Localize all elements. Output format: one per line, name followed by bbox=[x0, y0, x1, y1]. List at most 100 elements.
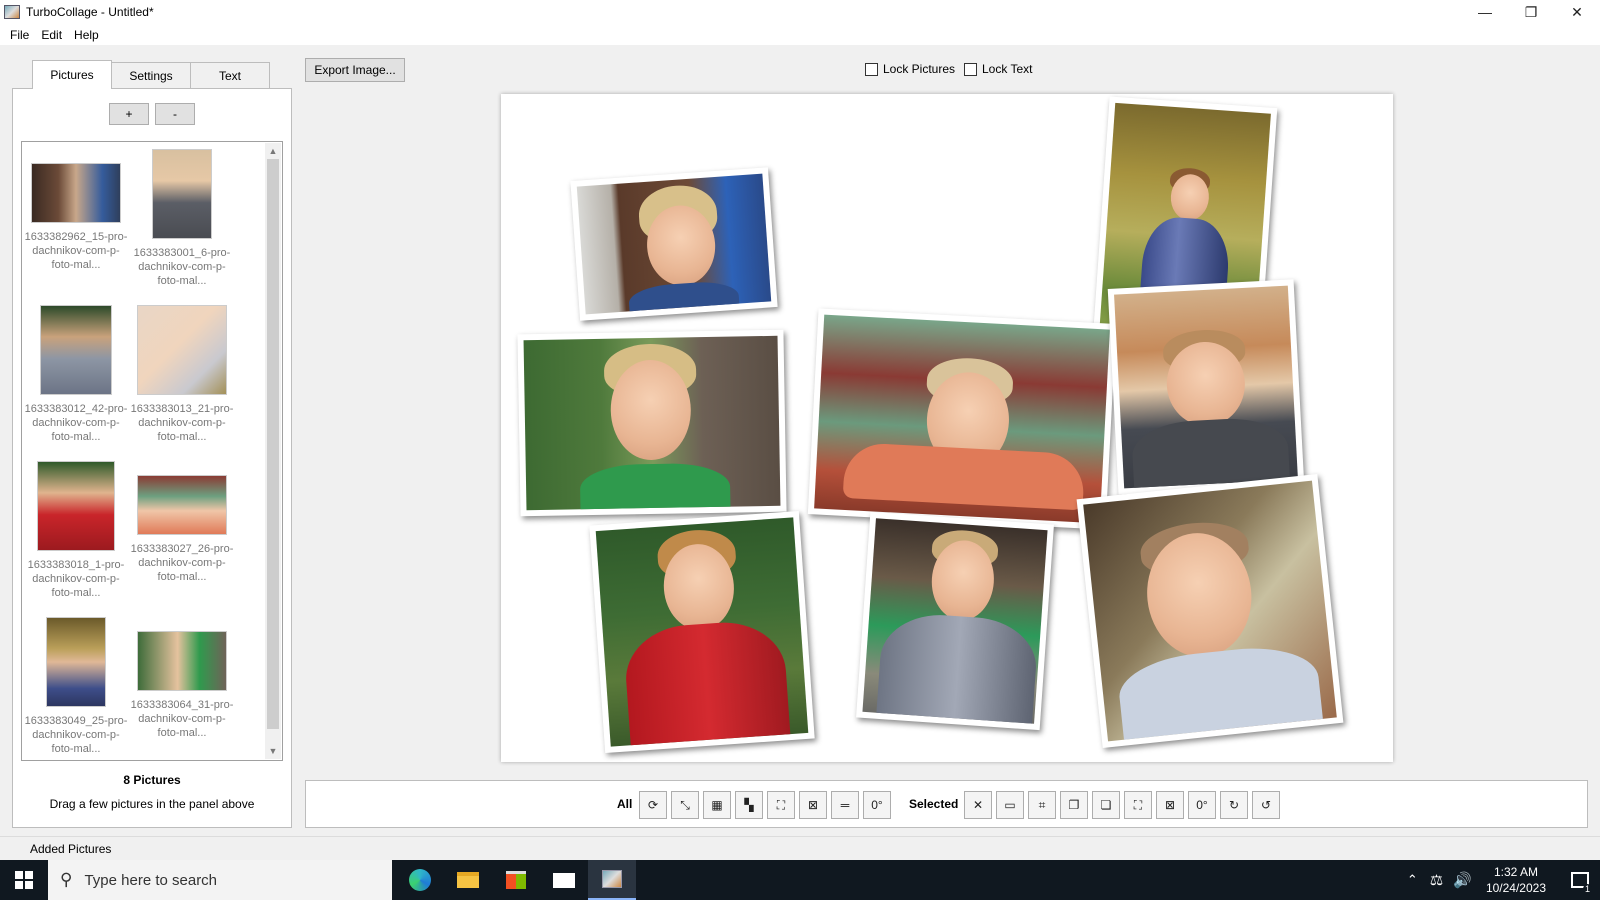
rotate-ccw-icon[interactable]: ↺ bbox=[1252, 791, 1280, 819]
thumbnail-caption: 1633383018_1-pro-dachnikov-com-p-foto-ma… bbox=[27, 559, 125, 599]
collage-photo[interactable] bbox=[1076, 474, 1344, 748]
equal-size-icon[interactable]: ═ bbox=[831, 791, 859, 819]
menu-edit[interactable]: Edit bbox=[35, 28, 68, 42]
thumbnail-image bbox=[138, 306, 226, 394]
delete-icon[interactable]: ✕ bbox=[964, 791, 992, 819]
menu-file[interactable]: File bbox=[4, 28, 35, 42]
thumbnail-image bbox=[138, 476, 226, 534]
start-button[interactable] bbox=[0, 860, 48, 900]
thumbnail-caption: 1633383049_25-pro-dachnikov-com-p-foto-m… bbox=[24, 715, 128, 755]
tab-settings[interactable]: Settings bbox=[111, 62, 191, 88]
edge-icon[interactable] bbox=[396, 860, 444, 900]
collage-photo[interactable] bbox=[517, 329, 787, 517]
collage-photo[interactable] bbox=[856, 511, 1054, 731]
thumbnail-item[interactable]: 1633383013_21-pro-dachnikov-com-p-foto-m… bbox=[130, 306, 234, 444]
close-button[interactable]: ✕ bbox=[1554, 0, 1600, 24]
thumbnail-caption: 1633383012_42-pro-dachnikov-com-p-foto-m… bbox=[24, 403, 128, 443]
search-placeholder: Type here to search bbox=[84, 871, 218, 889]
scroll-down-icon[interactable]: ▼ bbox=[265, 743, 281, 759]
rotate-zero-icon[interactable]: 0° bbox=[863, 791, 891, 819]
menu-bar: File Edit Help bbox=[0, 24, 1600, 46]
shuffle-icon[interactable]: ⟳ bbox=[639, 791, 667, 819]
bring-forward-icon[interactable]: ❐ bbox=[1060, 791, 1088, 819]
clock[interactable]: 1:32 AM 10/24/2023 bbox=[1486, 864, 1546, 896]
chevron-up-icon[interactable]: ⌃ bbox=[1407, 872, 1418, 888]
send-backward-icon[interactable]: ❏ bbox=[1092, 791, 1120, 819]
thumbnail-image bbox=[138, 632, 226, 690]
rotate-cw-icon[interactable]: ↻ bbox=[1220, 791, 1248, 819]
expand-icon[interactable]: ⛶ bbox=[767, 791, 795, 819]
collage-photo[interactable] bbox=[807, 308, 1117, 530]
shrink-selected-icon[interactable]: ⊠ bbox=[1156, 791, 1184, 819]
network-icon[interactable]: ⚖ bbox=[1430, 871, 1443, 889]
lock-text-label: Lock Text bbox=[982, 62, 1033, 76]
search-icon: ⚲ bbox=[60, 870, 73, 889]
tab-text[interactable]: Text bbox=[190, 62, 270, 88]
lock-pictures-label: Lock Pictures bbox=[883, 62, 956, 76]
selected-label: Selected bbox=[909, 797, 959, 811]
turbocollage-task-icon[interactable] bbox=[588, 860, 636, 900]
add-picture-button[interactable]: + bbox=[109, 103, 149, 125]
thumbnail-image bbox=[32, 164, 120, 222]
collage-canvas[interactable] bbox=[501, 94, 1393, 762]
arrange-toolbar: All ⟳ ⤡ ▦ ▚ ⛶ ⊠ ═ 0° Selected ✕ ▭ ⌗ ❐ ❏ … bbox=[305, 780, 1588, 828]
fit-diagonal-icon[interactable]: ⤡ bbox=[671, 791, 699, 819]
volume-icon[interactable]: 🔊 bbox=[1453, 871, 1472, 889]
scroll-thumb[interactable] bbox=[267, 159, 279, 729]
thumbnail-caption: 1633382962_15-pro-dachnikov-com-p-foto-m… bbox=[24, 231, 128, 271]
picture-count: 8 Pictures bbox=[123, 773, 181, 787]
thumbnail-list[interactable]: 1633382962_15-pro-dachnikov-com-p-foto-m… bbox=[21, 141, 283, 761]
export-image-button[interactable]: Export Image... bbox=[305, 58, 405, 82]
minimize-button[interactable]: — bbox=[1462, 0, 1508, 24]
thumbnail-caption: 1633383027_26-pro-dachnikov-com-p-foto-m… bbox=[130, 543, 234, 583]
collage-photo[interactable] bbox=[570, 167, 778, 321]
thumbnail-image bbox=[153, 150, 211, 238]
title-bar: TurboCollage - Untitled* — ❐ ✕ bbox=[0, 0, 1600, 24]
thumbnail-item[interactable]: 1633383018_1-pro-dachnikov-com-p-foto-ma… bbox=[24, 462, 128, 600]
thumbnail-image bbox=[41, 306, 111, 394]
system-tray: ⌃ ⚖ 🔊 1:32 AM 10/24/2023 1 bbox=[1407, 860, 1600, 900]
clock-time: 1:32 AM bbox=[1493, 865, 1538, 879]
store-icon[interactable] bbox=[492, 860, 540, 900]
grid-icon[interactable]: ▦ bbox=[703, 791, 731, 819]
app-icon bbox=[4, 5, 20, 19]
pictures-panel: + - 1633382962_15-pro-dachnikov-com-p-fo… bbox=[12, 88, 292, 828]
thumbnail-item[interactable]: 1633383027_26-pro-dachnikov-com-p-foto-m… bbox=[130, 462, 234, 584]
thumbnail-item[interactable]: 1633383001_6-pro-dachnikov-com-p-foto-ma… bbox=[130, 150, 234, 288]
collage-photo[interactable] bbox=[1107, 279, 1305, 495]
thumbnail-item[interactable]: 1633383012_42-pro-dachnikov-com-p-foto-m… bbox=[24, 306, 128, 444]
panel-tabs: Pictures Settings Text bbox=[32, 60, 270, 89]
windows-icon bbox=[15, 871, 33, 889]
all-label: All bbox=[617, 797, 633, 811]
mail-icon[interactable] bbox=[540, 860, 588, 900]
file-explorer-icon[interactable] bbox=[444, 860, 492, 900]
drag-hint: Drag a few pictures in the panel above bbox=[49, 797, 255, 811]
expand-selected-icon[interactable]: ⛶ bbox=[1124, 791, 1152, 819]
crop-icon[interactable]: ⌗ bbox=[1028, 791, 1056, 819]
scroll-up-icon[interactable]: ▲ bbox=[265, 143, 281, 159]
thumbnail-scrollbar[interactable]: ▲ ▼ bbox=[265, 143, 281, 759]
remove-picture-button[interactable]: - bbox=[155, 103, 195, 125]
tab-pictures[interactable]: Pictures bbox=[32, 60, 112, 89]
notifications-icon[interactable]: 1 bbox=[1560, 860, 1600, 900]
mosaic-icon[interactable]: ▚ bbox=[735, 791, 763, 819]
shrink-icon[interactable]: ⊠ bbox=[799, 791, 827, 819]
taskbar-search[interactable]: ⚲ Type here to search bbox=[48, 860, 392, 900]
replace-image-icon[interactable]: ▭ bbox=[996, 791, 1024, 819]
menu-help[interactable]: Help bbox=[68, 28, 105, 42]
clock-date: 10/24/2023 bbox=[1485, 881, 1546, 895]
taskbar: ⚲ Type here to search ⌃ ⚖ 🔊 1:32 AM 10/2… bbox=[0, 860, 1600, 900]
thumbnail-item[interactable]: 1633383049_25-pro-dachnikov-com-p-foto-m… bbox=[24, 618, 128, 756]
thumbnail-item[interactable]: 1633383064_31-pro-dachnikov-com-p-foto-m… bbox=[130, 618, 234, 740]
collage-photo[interactable] bbox=[589, 510, 815, 754]
lock-pictures-box[interactable] bbox=[865, 62, 878, 76]
lock-text-box[interactable] bbox=[964, 62, 977, 76]
thumbnail-item[interactable]: 1633382962_15-pro-dachnikov-com-p-foto-m… bbox=[24, 150, 128, 272]
notification-count: 1 bbox=[1582, 884, 1592, 894]
thumbnail-caption: 1633383064_31-pro-dachnikov-com-p-foto-m… bbox=[130, 699, 234, 739]
thumbnail-image bbox=[38, 462, 114, 550]
lock-text-checkbox[interactable]: Lock Text bbox=[964, 62, 1032, 76]
lock-pictures-checkbox[interactable]: Lock Pictures bbox=[865, 62, 955, 76]
rotate-zero-selected-icon[interactable]: 0° bbox=[1188, 791, 1216, 819]
restore-button[interactable]: ❐ bbox=[1508, 0, 1554, 24]
